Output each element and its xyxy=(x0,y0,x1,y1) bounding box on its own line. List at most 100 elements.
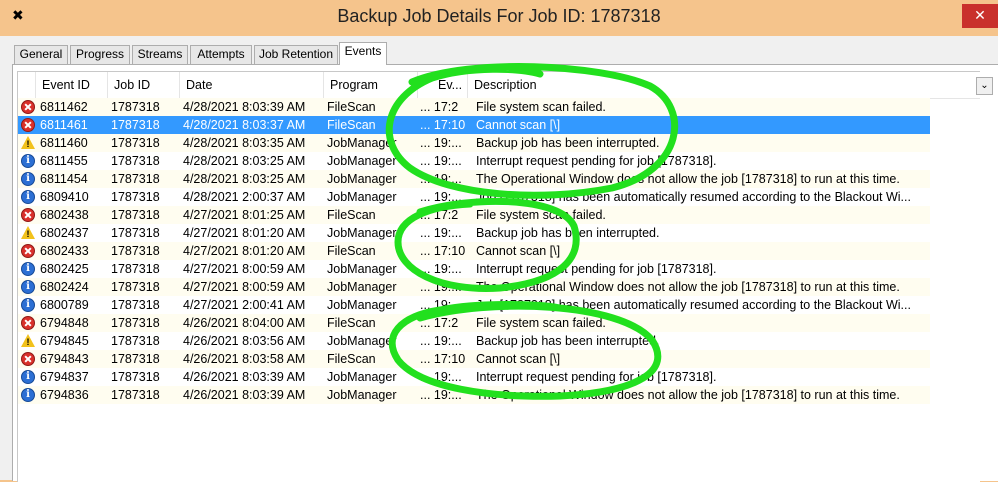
cell-job-id: 1787318 xyxy=(111,136,160,150)
table-row[interactable]: 6794843 1787318 4/26/2021 8:03:58 AM FileSc… xyxy=(18,350,930,368)
cell-description: The Operational Window does not allow th… xyxy=(476,172,900,186)
cell-event-id: 6802433 xyxy=(40,244,89,258)
table-row[interactable]: ! 6794845 1787318 4/26/2021 8:03:56 AM JobMa… xyxy=(18,332,930,350)
table-row[interactable]: ! 6802437 1787318 4/27/2021 8:01:20 AM JobMa… xyxy=(18,224,930,242)
table-row[interactable]: 6802433 1787318 4/27/2021 8:01:20 AM FileSc… xyxy=(18,242,930,260)
error-icon xyxy=(21,118,35,132)
error-icon xyxy=(21,352,35,366)
cell-event-id: 6811454 xyxy=(40,172,88,186)
tab-attempts[interactable]: Attempts xyxy=(190,45,252,64)
cell-event-code: ... 19:... xyxy=(420,136,462,150)
info-icon: i xyxy=(21,388,35,402)
info-icon: i xyxy=(21,280,35,294)
info-icon: i xyxy=(21,190,35,204)
error-icon xyxy=(21,100,35,114)
cell-job-id: 1787318 xyxy=(111,100,160,114)
cell-event-id: 6794845 xyxy=(40,334,89,348)
cell-event-id: 6802438 xyxy=(40,208,89,222)
warning-icon: ! xyxy=(21,334,35,347)
column-header-program[interactable]: Program xyxy=(324,72,418,98)
cell-job-id: 1787318 xyxy=(111,316,160,330)
cell-event-code: ... 19:... xyxy=(420,370,462,384)
events-panel: Event ID Job ID Date Program Ev... Descr… xyxy=(12,64,998,482)
column-header-description[interactable]: Description xyxy=(468,72,938,98)
tab-events[interactable]: Events xyxy=(339,42,387,65)
cell-program: JobManager xyxy=(327,334,397,348)
cell-description: Backup job has been interrupted. xyxy=(476,226,660,240)
table-row[interactable]: i 6811454 1787318 4/28/2021 8:03:25 AM JobMa… xyxy=(18,170,930,188)
cell-program: FileScan xyxy=(327,100,376,114)
column-header-event-code[interactable]: Ev... xyxy=(418,72,468,98)
cell-event-code: ... 17:10 xyxy=(420,244,466,258)
column-header-event-id[interactable]: Event ID xyxy=(36,72,108,98)
cell-description: Backup job has been interrupted. xyxy=(476,136,660,150)
cell-program: FileScan xyxy=(327,208,376,222)
cell-date: 4/26/2021 8:03:39 AM xyxy=(183,370,306,384)
chevron-down-icon[interactable]: ⌄ xyxy=(976,77,993,95)
cell-event-id: 6811461 xyxy=(40,118,88,132)
table-row[interactable]: i 6800789 1787318 4/27/2021 2:00:41 AM JobMa… xyxy=(18,296,930,314)
info-icon: i xyxy=(21,370,35,384)
column-header-date[interactable]: Date xyxy=(180,72,324,98)
table-row[interactable]: i 6809410 1787318 4/28/2021 2:00:37 AM JobMa… xyxy=(18,188,930,206)
cell-date: 4/28/2021 8:03:25 AM xyxy=(183,172,306,186)
cell-event-id: 6811460 xyxy=(40,136,88,150)
cell-event-id: 6802424 xyxy=(40,280,89,294)
events-list[interactable]: Event ID Job ID Date Program Ev... Descr… xyxy=(17,71,980,482)
cell-program: FileScan xyxy=(327,244,376,258)
cell-description: Interrupt request pending for job [17873… xyxy=(476,154,717,168)
cell-date: 4/26/2021 8:04:00 AM xyxy=(183,316,306,330)
table-row[interactable]: 6794848 1787318 4/26/2021 8:04:00 AM FileSc… xyxy=(18,314,930,332)
cell-event-code: ... 19:... xyxy=(420,388,462,402)
table-row[interactable]: i 6794837 1787318 4/26/2021 8:03:39 AM JobMa… xyxy=(18,368,930,386)
cell-description: Interrupt request pending for job [17873… xyxy=(476,262,717,276)
cell-program: FileScan xyxy=(327,352,376,366)
cell-date: 4/27/2021 8:00:59 AM xyxy=(183,280,306,294)
table-row[interactable]: i 6802425 1787318 4/27/2021 8:00:59 AM JobMa… xyxy=(18,260,930,278)
table-row[interactable]: 6811462 1787318 4/28/2021 8:03:39 AM FileSc… xyxy=(18,98,930,116)
tab-streams[interactable]: Streams xyxy=(132,45,188,64)
info-icon: i xyxy=(21,154,35,168)
tab-job-retention[interactable]: Job Retention xyxy=(254,45,338,64)
cell-description: Job [1787318] has been automatically res… xyxy=(476,298,911,312)
cell-job-id: 1787318 xyxy=(111,298,160,312)
window-title: Backup Job Details For Job ID: 1787318 xyxy=(337,6,661,26)
cell-job-id: 1787318 xyxy=(111,280,160,294)
cell-date: 4/27/2021 8:01:20 AM xyxy=(183,226,306,240)
cell-job-id: 1787318 xyxy=(111,208,160,222)
column-header-job-id[interactable]: Job ID xyxy=(108,72,180,98)
table-row[interactable]: ! 6811460 1787318 4/28/2021 8:03:35 AM JobMa… xyxy=(18,134,930,152)
cell-event-code: ... 19:... xyxy=(420,334,462,348)
list-header: Event ID Job ID Date Program Ev... Descr… xyxy=(18,72,980,99)
info-icon: i xyxy=(21,298,35,312)
cell-event-code: ... 19:... xyxy=(420,172,462,186)
cell-date: 4/28/2021 2:00:37 AM xyxy=(183,190,306,204)
warning-icon: ! xyxy=(21,136,35,149)
table-row[interactable]: 6811461 1787318 4/28/2021 8:03:37 AM FileSc… xyxy=(18,116,930,134)
event-rows: 6811462 1787318 4/28/2021 8:03:39 AM FileSc… xyxy=(18,98,930,404)
cell-program: JobManager xyxy=(327,280,397,294)
cell-program: JobManager xyxy=(327,190,397,204)
cell-job-id: 1787318 xyxy=(111,244,160,258)
cell-date: 4/26/2021 8:03:56 AM xyxy=(183,334,306,348)
table-row[interactable]: 6802438 1787318 4/27/2021 8:01:25 AM FileSc… xyxy=(18,206,930,224)
info-icon: i xyxy=(21,172,35,186)
tab-progress[interactable]: Progress xyxy=(70,45,130,64)
close-button[interactable]: ✕ xyxy=(962,4,998,28)
table-row[interactable]: i 6811455 1787318 4/28/2021 8:03:25 AM JobMa… xyxy=(18,152,930,170)
cell-description: Job [1787318] has been automatically res… xyxy=(476,190,911,204)
cell-job-id: 1787318 xyxy=(111,334,160,348)
cell-job-id: 1787318 xyxy=(111,226,160,240)
cell-job-id: 1787318 xyxy=(111,154,160,168)
column-header-icon[interactable] xyxy=(18,72,36,98)
table-row[interactable]: i 6794836 1787318 4/26/2021 8:03:39 AM JobMa… xyxy=(18,386,930,404)
table-row[interactable]: i 6802424 1787318 4/27/2021 8:00:59 AM JobMa… xyxy=(18,278,930,296)
tab-general[interactable]: General xyxy=(14,45,68,64)
cell-event-code: ... 17:10 xyxy=(420,352,466,366)
cell-event-code: ... 19:... xyxy=(420,226,462,240)
cell-date: 4/27/2021 2:00:41 AM xyxy=(183,298,306,312)
warning-icon: ! xyxy=(21,226,35,239)
cell-description: Cannot scan [\] xyxy=(476,352,561,366)
dialog-client: General Progress Streams Attempts Job Re… xyxy=(0,36,998,482)
cell-job-id: 1787318 xyxy=(111,370,160,384)
